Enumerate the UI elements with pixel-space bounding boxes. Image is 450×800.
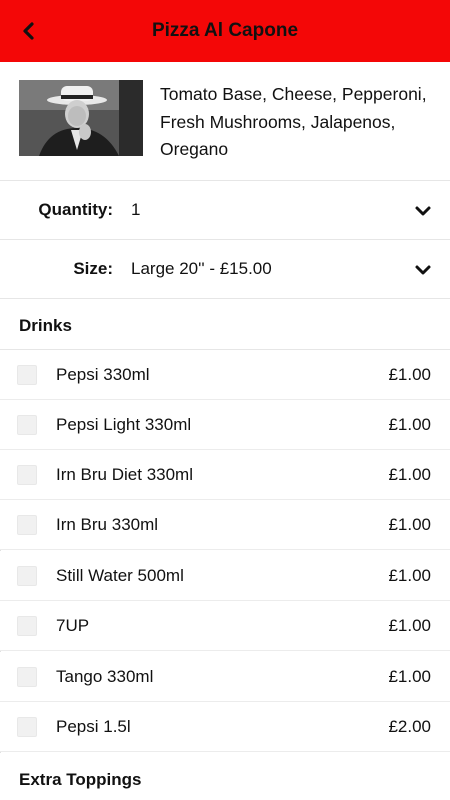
drink-price: £1.00 — [388, 616, 431, 635]
list-item[interactable]: Pepsi 330ml £1.00 — [0, 350, 450, 400]
quantity-select[interactable]: Quantity: 1 — [0, 181, 450, 240]
size-label: Size: — [73, 259, 113, 278]
drink-name: Tango 330ml — [56, 667, 154, 686]
item-summary: Tomato Base, Cheese, Pepperoni, Fresh Mu… — [0, 62, 450, 181]
item-photo — [19, 80, 143, 156]
drink-price: £1.00 — [388, 566, 431, 585]
list-item[interactable]: Pepsi 1.5l £2.00 — [0, 702, 450, 752]
checkbox[interactable] — [17, 667, 37, 687]
size-value: Large 20'' - £15.00 — [131, 259, 272, 278]
chevron-left-icon — [23, 22, 34, 40]
drink-name: Still Water 500ml — [56, 566, 184, 585]
extra-toppings-section-header: Extra Toppings — [0, 753, 450, 800]
list-item[interactable]: Irn Bru 330ml £1.00 — [0, 500, 450, 550]
quantity-label: Quantity: — [38, 200, 113, 219]
checkbox[interactable] — [17, 566, 37, 586]
back-button[interactable] — [14, 17, 42, 45]
section-title: Extra Toppings — [19, 770, 142, 789]
drink-name: Irn Bru Diet 330ml — [56, 465, 193, 484]
section-title: Drinks — [19, 316, 72, 335]
checkbox[interactable] — [17, 365, 37, 385]
drink-name: 7UP — [56, 616, 90, 635]
drink-name: Pepsi 330ml — [56, 365, 150, 384]
drink-name: Irn Bru 330ml — [56, 515, 159, 534]
list-item[interactable]: 7UP £1.00 — [0, 601, 450, 651]
drink-price: £1.00 — [388, 465, 431, 484]
checkbox[interactable] — [17, 616, 37, 636]
drink-price: £1.00 — [388, 515, 431, 534]
checkbox[interactable] — [17, 717, 37, 737]
drink-name: Pepsi Light 330ml — [56, 415, 192, 434]
page-title: Pizza Al Capone — [151, 20, 299, 41]
checkbox[interactable] — [17, 465, 37, 485]
drink-price: £1.00 — [388, 365, 431, 384]
quantity-value: 1 — [131, 200, 141, 219]
checkbox[interactable] — [17, 415, 37, 435]
drink-price: £2.00 — [388, 717, 431, 736]
size-select[interactable]: Size: Large 20'' - £15.00 — [0, 240, 450, 299]
chevron-down-icon — [415, 265, 431, 275]
drink-name: Pepsi 1.5l — [56, 717, 131, 736]
item-description: Tomato Base, Cheese, Pepperoni, Fresh Mu… — [160, 84, 427, 159]
list-item[interactable]: Irn Bru Diet 330ml £1.00 — [0, 450, 450, 500]
checkbox[interactable] — [17, 515, 37, 535]
list-item[interactable]: Still Water 500ml £1.00 — [0, 551, 450, 601]
top-bar: Pizza Al Capone — [0, 0, 450, 62]
drinks-section-header: Drinks — [0, 299, 450, 350]
list-item[interactable]: Tango 330ml £1.00 — [0, 652, 450, 702]
chevron-down-icon — [415, 206, 431, 216]
drink-price: £1.00 — [388, 415, 431, 434]
drink-price: £1.00 — [388, 667, 431, 686]
list-item[interactable]: Pepsi Light 330ml £1.00 — [0, 400, 450, 450]
